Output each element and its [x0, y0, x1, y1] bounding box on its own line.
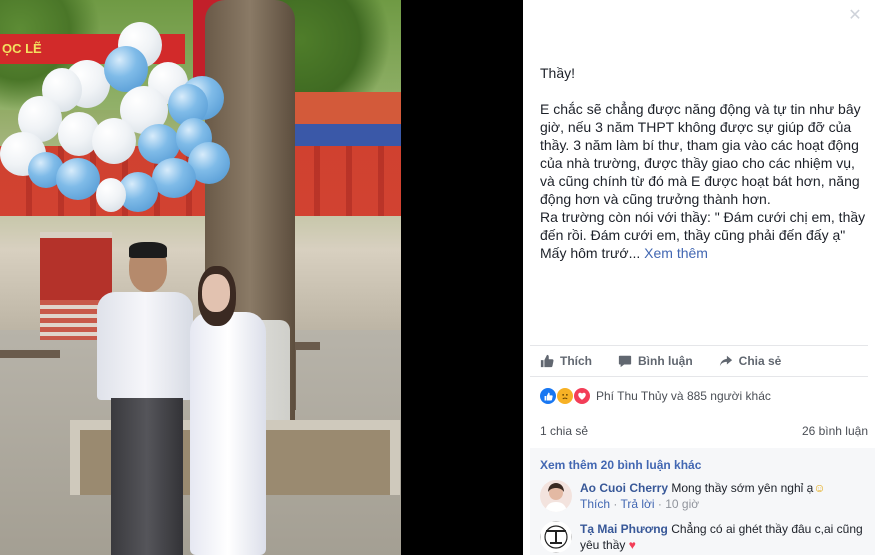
comment-emoji: ☺: [813, 481, 826, 495]
share-button[interactable]: Chia sẻ: [719, 354, 782, 368]
view-more-comments-link[interactable]: Xem thêm 20 bình luận khác: [540, 458, 701, 472]
sad-reaction-icon: [557, 388, 573, 404]
avatar[interactable]: [540, 521, 572, 553]
comment-button[interactable]: Bình luận: [618, 354, 693, 368]
comment-body: Ao Cuoi Cherry Mong thầy sớm yên nghỉ ạ☺…: [580, 480, 870, 512]
post-text: Thầy! E chắc sẽ chẳng được năng động và …: [540, 64, 868, 262]
post-stats: 1 chia sẻ 26 bình luận: [540, 424, 868, 438]
photo-balloon: [92, 118, 136, 164]
comment-item: Ao Cuoi Cherry Mong thầy sớm yên nghỉ ạ☺…: [540, 480, 870, 516]
post-action-bar: Thích Bình luận Chia sẻ: [530, 345, 868, 377]
avatar[interactable]: [540, 480, 572, 512]
comment-reply-link[interactable]: Trả lời: [620, 497, 654, 511]
photo-viewer[interactable]: ỌC LẼ: [0, 0, 523, 555]
comment-meta: Thích · Trả lời · 10 giờ: [580, 497, 700, 511]
comment-body: Tạ Mai Phương Chẳng có ai ghét thầy đâu …: [580, 521, 870, 553]
share-icon: [719, 355, 732, 367]
reactions-summary[interactable]: Phí Thu Thủy và 885 người khác: [540, 386, 771, 406]
post-photo[interactable]: ỌC LẼ: [0, 0, 401, 555]
photo-balloon: [56, 158, 100, 200]
love-reaction-icon: [574, 388, 590, 404]
comment-time[interactable]: 10 giờ: [665, 497, 699, 511]
post-paragraph: Ra trường còn nói với thầy: " Đám cưới c…: [540, 209, 866, 243]
photo-desk: [0, 350, 60, 358]
comments-count[interactable]: 26 bình luận: [802, 424, 868, 438]
like-button[interactable]: Thích: [540, 354, 592, 368]
close-icon[interactable]: ✕: [845, 6, 865, 26]
like-reaction-icon: [540, 388, 556, 404]
comment-author[interactable]: Tạ Mai Phương: [580, 522, 668, 536]
comment-item: Tạ Mai Phương Chẳng có ai ghét thầy đâu …: [540, 521, 870, 555]
like-label: Thích: [560, 354, 592, 368]
comment-text: Mong thầy sớm yên nghỉ ạ: [671, 481, 814, 495]
photo-balloon: [152, 158, 196, 198]
shares-count[interactable]: 1 chia sẻ: [540, 424, 588, 438]
comment-label: Bình luận: [638, 354, 693, 368]
photo-blue-band: [282, 124, 401, 146]
comment-author[interactable]: Ao Cuoi Cherry: [580, 481, 668, 495]
photo-balloon: [96, 178, 126, 212]
post-truncated-line: Mấy hôm trướ... Xem thêm: [540, 244, 868, 262]
post-paragraph: E chắc sẽ chẳng được năng động và tự tin…: [540, 101, 861, 207]
comment-like-link[interactable]: Thích: [580, 497, 610, 511]
post-truncated-text: Mấy hôm trướ...: [540, 245, 641, 261]
post-greeting: Thầy!: [540, 65, 576, 81]
share-label: Chia sẻ: [738, 354, 782, 368]
photo-woman: [190, 266, 266, 555]
see-more-link[interactable]: Xem thêm: [644, 245, 708, 261]
like-icon: [540, 354, 554, 368]
comment-icon: [618, 355, 632, 368]
heart-emoji: ♥: [628, 538, 636, 552]
reactions-text: Phí Thu Thủy và 885 người khác: [596, 389, 771, 403]
photo-man: [97, 242, 193, 555]
